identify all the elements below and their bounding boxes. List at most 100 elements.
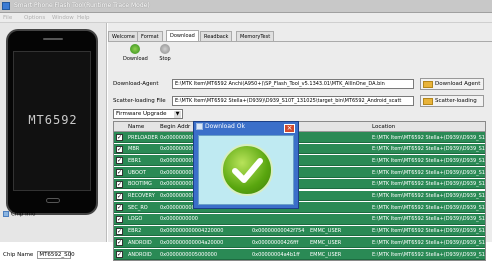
tab-memorytest[interactable]: MemoryTest bbox=[236, 31, 275, 41]
row-checkbox[interactable]: ✓ bbox=[116, 239, 123, 247]
table-row[interactable]: ✓ RECOVERY 0x0000000000 E:\MTK Item\MT6592 … bbox=[114, 190, 485, 202]
phone-image: MT6592 bbox=[6, 29, 98, 215]
partition-name: UBOOT bbox=[128, 169, 146, 176]
tab-bar: Welcome Format Download Readback MemoryT… bbox=[108, 30, 492, 41]
title-bar: Smart Phone Flash Tool(Runtime Trace Mod… bbox=[0, 0, 492, 13]
table-row[interactable]: ✓ EBR1 0x0000000000 E:\MTK Item\MT6592 Stel… bbox=[114, 155, 485, 167]
scatter-file-label: Scatter-loading File bbox=[113, 98, 166, 104]
chevron-down-icon: ▼ bbox=[174, 111, 181, 118]
location-path: E:\MTK Item\MT6592 Stella+(D939)\D939_S1… bbox=[372, 181, 485, 188]
table-row[interactable]: ✓ SEC_RO 0x0000000000 E:\MTK Item\MT6592 St… bbox=[114, 202, 485, 213]
dialog-close-button[interactable]: × bbox=[284, 124, 295, 133]
scatter-loading-button-label: Scatter-loading bbox=[435, 98, 477, 104]
location-path: E:\MTK Item\MT6592 Stella+(D939)\D939_S1… bbox=[372, 134, 485, 141]
stop-icon bbox=[160, 44, 170, 54]
dialog-title-bar: Download Ok bbox=[196, 123, 296, 134]
download-agent-button-label: Download Agent bbox=[435, 81, 481, 87]
row-checkbox[interactable]: ✓ bbox=[116, 157, 123, 165]
dialog-app-icon bbox=[196, 123, 203, 130]
table-row[interactable]: ✓ MBR 0x0000000000 E:\MTK Item\MT6592 Stell… bbox=[114, 143, 485, 155]
tab-format[interactable]: Format bbox=[137, 31, 163, 41]
table-row[interactable]: ✓ ANDROID 0x000000000004a20000 0x0000000042… bbox=[114, 237, 485, 248]
dialog-title: Download Ok bbox=[205, 123, 245, 130]
row-checkbox[interactable]: ✓ bbox=[116, 192, 123, 200]
chip-info-icon bbox=[3, 211, 9, 217]
location-path: E:\MTK Item\MT6592 Stella+(D939)\D939_S1… bbox=[372, 228, 485, 235]
download-button[interactable]: Download bbox=[123, 44, 148, 66]
table-header: Name Begin Addr Location bbox=[114, 122, 485, 132]
partition-name: PRELOADER bbox=[128, 134, 158, 141]
location-path: E:\MTK Item\MT6592 Stella+(D939)\D939_S1… bbox=[372, 204, 485, 211]
chip-name-value: MT6592_S00 bbox=[37, 251, 75, 259]
main-panel: Welcome Format Download Readback MemoryT… bbox=[108, 23, 492, 261]
row-checkbox[interactable]: ✓ bbox=[116, 251, 123, 258]
phone-home-button bbox=[46, 198, 60, 203]
checkmark-icon bbox=[232, 158, 263, 183]
stop-button-label: Stop bbox=[159, 56, 171, 62]
partition-name: SEC_RO bbox=[128, 204, 148, 211]
download-arrow-icon bbox=[130, 44, 140, 54]
region: EMMC_USER bbox=[310, 251, 342, 258]
chip-name-row: Chip Name MT6592_S00 bbox=[3, 251, 103, 261]
column-name[interactable]: Name bbox=[128, 124, 144, 130]
scatter-loading-button[interactable]: Scatter-loading bbox=[420, 95, 484, 107]
phone-speaker bbox=[43, 38, 63, 40]
begin-address: 0x0000000000 bbox=[160, 216, 198, 223]
download-agent-button[interactable]: Download Agent bbox=[420, 78, 484, 90]
row-checkbox[interactable]: ✓ bbox=[116, 169, 123, 177]
partition-name: LOGO bbox=[128, 216, 143, 223]
menu-bar: File Options Window Help bbox=[0, 13, 492, 23]
partition-name: MBR bbox=[128, 146, 140, 153]
location-path: E:\MTK Item\MT6592 Stella+(D939)\D939_S1… bbox=[372, 239, 485, 246]
begin-address: 0x000000000004a20000 bbox=[160, 239, 224, 246]
table-row[interactable]: ✓ ANDROID 0x0000000005000000 0x00000004a4b1… bbox=[114, 249, 485, 260]
tab-readback[interactable]: Readback bbox=[200, 31, 233, 41]
partition-name: ANDROID bbox=[128, 251, 152, 258]
region: EMMC_USER bbox=[310, 239, 342, 246]
partition-name: EBR2 bbox=[128, 228, 142, 235]
row-checkbox[interactable]: ✓ bbox=[116, 134, 123, 141]
partition-name: RECOVERY bbox=[128, 193, 155, 199]
table-row[interactable]: ✓ LOGO 0x0000000000 E:\MTK Item\MT6592 Stel… bbox=[114, 213, 485, 225]
left-panel: MT6592 Chip Info Chip Name MT6592_S00 bbox=[0, 23, 107, 259]
table-row[interactable]: ✓ PRELOADER 0x0000000000 E:\MTK Item\MT6592… bbox=[114, 132, 485, 143]
menu-window[interactable]: Window bbox=[52, 15, 74, 21]
table-row[interactable]: ✓ UBOOT 0x0000000000 E:\MTK Item\MT6592 Ste… bbox=[114, 167, 485, 178]
column-begin-addr[interactable]: Begin Addr bbox=[160, 124, 190, 130]
end-address: 0x00000000426fff bbox=[252, 239, 299, 246]
table-row[interactable]: ✓ EBR2 0x000000000004220000 0x00000000042f7… bbox=[114, 225, 485, 237]
partition-table: Name Begin Addr Location ✓ PRELOADER 0x000… bbox=[113, 121, 486, 261]
column-location[interactable]: Location bbox=[372, 124, 395, 130]
firmware-mode-value: Firmware Upgrade bbox=[116, 111, 167, 117]
row-checkbox[interactable]: ✓ bbox=[116, 180, 123, 188]
scatter-file-path[interactable]: E:\MTK Item\MT6592 Stella+(D939)\D939_S1… bbox=[172, 96, 414, 106]
menu-file[interactable]: File bbox=[3, 15, 12, 21]
table-row[interactable]: ✓ BOOTIMG 0x0000000000 E:\MTK Item\MT6592 S… bbox=[114, 178, 485, 190]
row-checkbox[interactable]: ✓ bbox=[116, 204, 123, 212]
location-path: E:\MTK Item\MT6592 Stella+(D939)\D939_S1… bbox=[372, 193, 485, 199]
row-checkbox[interactable]: ✓ bbox=[116, 215, 123, 223]
download-agent-path[interactable]: E:\MTK Item\MT6592 Anchi(A950+)\SP_Flash… bbox=[172, 79, 414, 89]
location-path: E:\MTK Item\MT6592 Stella+(D939)\D939_S1… bbox=[372, 169, 485, 176]
chip-name-label: Chip Name bbox=[3, 252, 34, 258]
folder-icon bbox=[423, 98, 433, 105]
success-check-icon bbox=[221, 144, 273, 196]
firmware-mode-select[interactable]: Firmware Upgrade ▼ bbox=[113, 109, 183, 119]
chip-info-header[interactable]: Chip Info bbox=[3, 211, 103, 221]
stop-button[interactable]: Stop bbox=[153, 44, 177, 66]
row-checkbox[interactable]: ✓ bbox=[116, 227, 123, 235]
location-path: E:\MTK Item\MT6592 Stella+(D939)\D939_S1… bbox=[372, 157, 485, 164]
location-path: E:\MTK Item\MT6592 Stella+(D939)\D939_S1… bbox=[372, 251, 485, 258]
tab-download[interactable]: Download bbox=[166, 30, 199, 41]
menu-options[interactable]: Options bbox=[24, 15, 45, 21]
row-checkbox[interactable]: ✓ bbox=[116, 145, 123, 153]
partition-name: ANDROID bbox=[128, 239, 152, 246]
end-address: 0x00000004a4b1ff bbox=[252, 251, 300, 258]
download-ok-dialog: Download Ok × bbox=[193, 121, 299, 209]
app-icon bbox=[2, 2, 10, 10]
tab-welcome[interactable]: Welcome bbox=[108, 31, 139, 41]
location-path: E:\MTK Item\MT6592 Stella+(D939)\D939_S1… bbox=[372, 216, 485, 223]
region: EMMC_USER bbox=[310, 228, 342, 235]
menu-help[interactable]: Help bbox=[77, 15, 90, 21]
dialog-body bbox=[198, 135, 294, 205]
